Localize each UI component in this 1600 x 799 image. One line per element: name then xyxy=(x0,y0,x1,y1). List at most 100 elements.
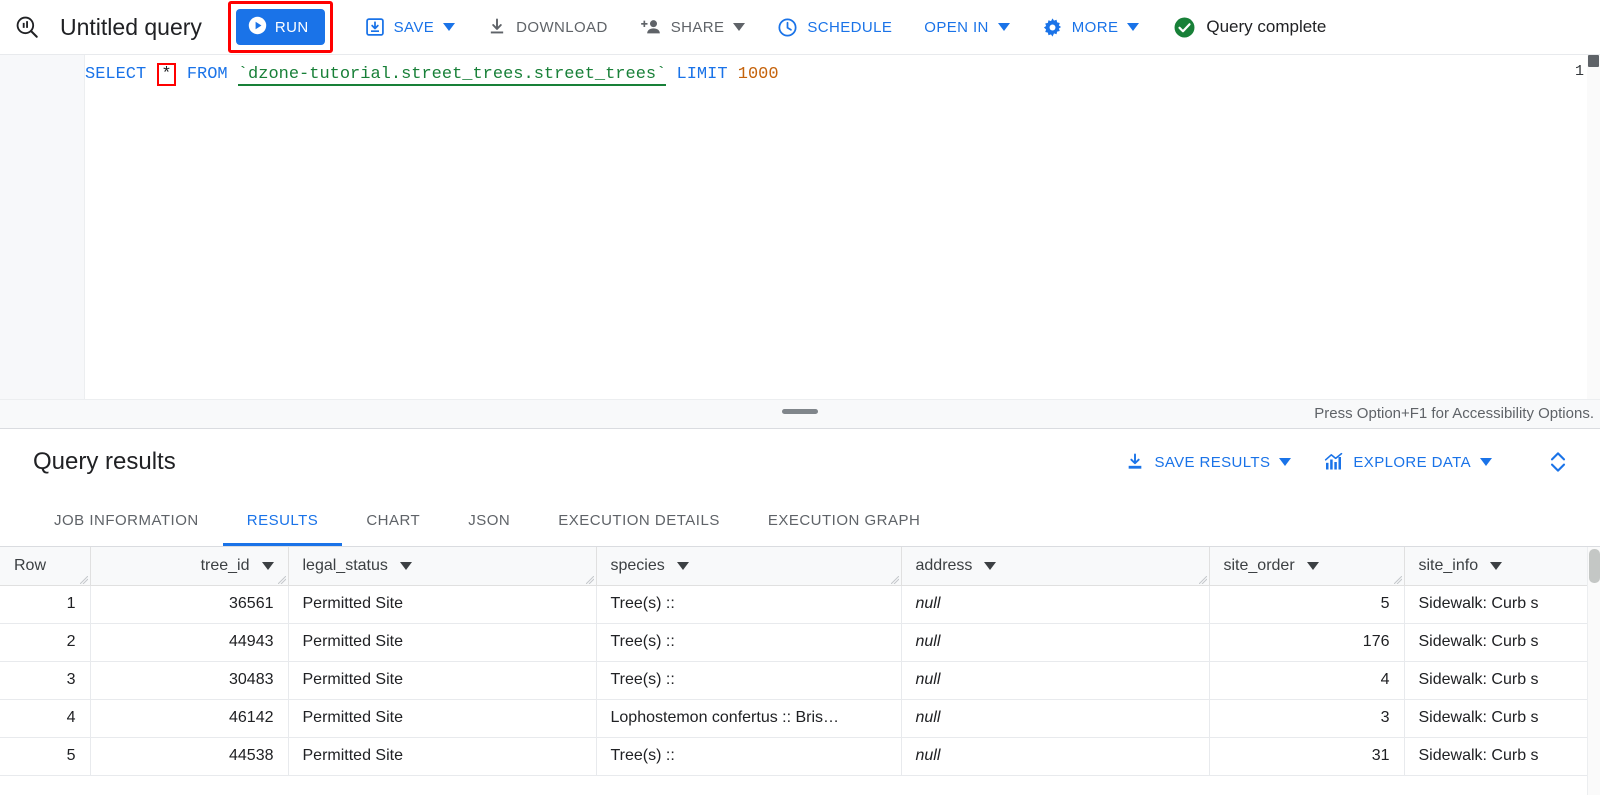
run-button[interactable]: RUN xyxy=(235,9,325,45)
more-button-label: MORE xyxy=(1071,18,1119,36)
expand-collapse-results-button[interactable] xyxy=(1548,449,1568,475)
column-header-tree-id-label: tree_id xyxy=(200,556,250,574)
results-scrollbar-thumb[interactable] xyxy=(1589,549,1600,583)
save-results-button[interactable]: SAVE RESULTS xyxy=(1115,444,1301,480)
page-title: Untitled query xyxy=(60,13,202,40)
cell-species: Tree(s) :: xyxy=(596,737,902,776)
more-button[interactable]: MORE xyxy=(1032,9,1150,45)
table-row[interactable]: 5 44538 Permitted Site Tree(s) :: null 3… xyxy=(0,737,1588,776)
cell-address: null xyxy=(901,623,1210,662)
splitter-drag-handle[interactable] xyxy=(782,409,818,414)
cell-site-info: Sidewalk: Curb s xyxy=(1404,699,1588,738)
chevron-down-icon[interactable] xyxy=(676,557,689,575)
tab-execution-graph[interactable]: EXECUTION GRAPH xyxy=(744,495,945,546)
chevron-down-icon[interactable] xyxy=(1306,557,1319,575)
chevron-down-icon[interactable] xyxy=(261,557,274,575)
download-button-label: DOWNLOAD xyxy=(516,18,608,36)
open-in-button[interactable]: OPEN IN xyxy=(914,9,1019,45)
cell-row-number: 1 xyxy=(0,585,91,624)
column-header-species[interactable]: species xyxy=(596,547,902,586)
sql-keyword-select: SELECT xyxy=(85,65,147,84)
column-resize-grip[interactable] xyxy=(1198,575,1207,584)
table-row[interactable]: 3 30483 Permitted Site Tree(s) :: null 4… xyxy=(0,661,1588,700)
tab-execution-details[interactable]: EXECUTION DETAILS xyxy=(534,495,744,546)
save-results-download-icon xyxy=(1125,452,1145,472)
table-row[interactable]: 4 46142 Permitted Site Lophostemon confe… xyxy=(0,699,1588,738)
results-vertical-scrollbar[interactable] xyxy=(1587,547,1600,795)
chevron-down-icon[interactable] xyxy=(399,557,412,575)
editor-results-splitter[interactable]: Press Option+F1 for Accessibility Option… xyxy=(0,399,1600,429)
schedule-button[interactable]: SCHEDULE xyxy=(767,9,902,45)
results-header: Query results SAVE RESULTS EXPLORE DATA xyxy=(0,429,1600,495)
chevron-down-icon xyxy=(997,23,1010,31)
column-resize-grip[interactable] xyxy=(585,575,594,584)
chevron-down-icon[interactable] xyxy=(1490,557,1503,575)
open-in-button-label: OPEN IN xyxy=(924,18,989,36)
tab-job-information[interactable]: JOB INFORMATION xyxy=(30,495,223,546)
sql-code-line[interactable]: SELECT * FROM `dzone-tutorial.street_tre… xyxy=(85,63,779,87)
column-header-site-order-label: site_order xyxy=(1223,556,1295,574)
cell-address: null xyxy=(901,699,1210,738)
sql-limit-value: 1000 xyxy=(737,65,779,84)
line-number: 1 xyxy=(1574,63,1584,80)
column-header-address[interactable]: address xyxy=(901,547,1210,586)
clock-icon xyxy=(777,17,798,38)
cell-site-order: 4 xyxy=(1209,661,1405,700)
explore-data-button[interactable]: EXPLORE DATA xyxy=(1313,444,1502,480)
column-header-site-order[interactable]: site_order xyxy=(1209,547,1405,586)
cell-site-info: Sidewalk: Curb s xyxy=(1404,623,1588,662)
cell-legal-status: Permitted Site xyxy=(288,585,597,624)
editor-scrollbar-thumb[interactable] xyxy=(1588,55,1599,67)
column-resize-grip[interactable] xyxy=(890,575,899,584)
cell-site-order: 3 xyxy=(1209,699,1405,738)
cell-row-number: 4 xyxy=(0,699,91,738)
column-header-row: Row xyxy=(0,547,91,586)
column-header-legal-status[interactable]: legal_status xyxy=(288,547,597,586)
accessibility-hint: Press Option+F1 for Accessibility Option… xyxy=(1314,405,1594,422)
column-resize-grip[interactable] xyxy=(79,575,88,584)
run-button-highlight: RUN xyxy=(227,1,333,53)
chevron-down-icon xyxy=(733,23,746,31)
table-row[interactable]: 2 44943 Permitted Site Tree(s) :: null 1… xyxy=(0,623,1588,662)
sql-editor[interactable]: 1 SELECT * FROM `dzone-tutorial.street_t… xyxy=(0,55,1600,399)
save-button-label: SAVE xyxy=(393,18,435,36)
query-status: Query complete xyxy=(1173,16,1326,39)
cell-row-number: 5 xyxy=(0,737,91,776)
sql-table-reference: `dzone-tutorial.street_trees.street_tree… xyxy=(237,65,667,86)
table-header-row: Row tree_id legal_status species address… xyxy=(0,547,1588,586)
save-icon xyxy=(365,17,385,37)
sql-keyword-from: FROM xyxy=(186,65,228,84)
cell-legal-status: Permitted Site xyxy=(288,623,597,662)
table-row[interactable]: 1 36561 Permitted Site Tree(s) :: null 5… xyxy=(0,585,1588,624)
query-status-label: Query complete xyxy=(1206,17,1327,36)
column-resize-grip[interactable] xyxy=(1393,575,1402,584)
cell-site-info: Sidewalk: Curb s xyxy=(1404,737,1588,776)
editor-gutter xyxy=(0,55,85,399)
chevron-down-icon xyxy=(443,23,456,31)
unfold-more-icon xyxy=(1550,452,1566,472)
column-resize-grip[interactable] xyxy=(277,575,286,584)
tab-results[interactable]: RESULTS xyxy=(222,495,343,546)
column-header-tree-id[interactable]: tree_id xyxy=(90,547,289,586)
explore-data-label: EXPLORE DATA xyxy=(1353,453,1471,471)
download-button[interactable]: DOWNLOAD xyxy=(477,9,618,45)
cell-site-order: 31 xyxy=(1209,737,1405,776)
column-header-row-label: Row xyxy=(14,556,47,574)
chevron-down-icon[interactable] xyxy=(984,557,997,575)
share-button[interactable]: SHARE xyxy=(630,9,756,45)
cell-address: null xyxy=(901,737,1210,776)
column-header-legal-status-label: legal_status xyxy=(302,556,388,574)
top-toolbar: Untitled query RUN SAVE DOWNLOAD SHARE S… xyxy=(0,0,1600,55)
cell-row-number: 3 xyxy=(0,661,91,700)
cell-species: Tree(s) :: xyxy=(596,585,902,624)
column-header-site-info[interactable]: site_info xyxy=(1404,547,1588,586)
cell-tree-id: 46142 xyxy=(90,699,289,738)
save-button[interactable]: SAVE xyxy=(355,9,466,45)
save-results-label: SAVE RESULTS xyxy=(1154,453,1271,471)
tab-json[interactable]: JSON xyxy=(444,495,534,546)
tab-chart[interactable]: CHART xyxy=(342,495,444,546)
sql-keyword-limit: LIMIT xyxy=(676,65,728,84)
cell-tree-id: 44538 xyxy=(90,737,289,776)
play-icon xyxy=(248,16,267,39)
editor-vertical-scrollbar[interactable] xyxy=(1587,55,1600,399)
